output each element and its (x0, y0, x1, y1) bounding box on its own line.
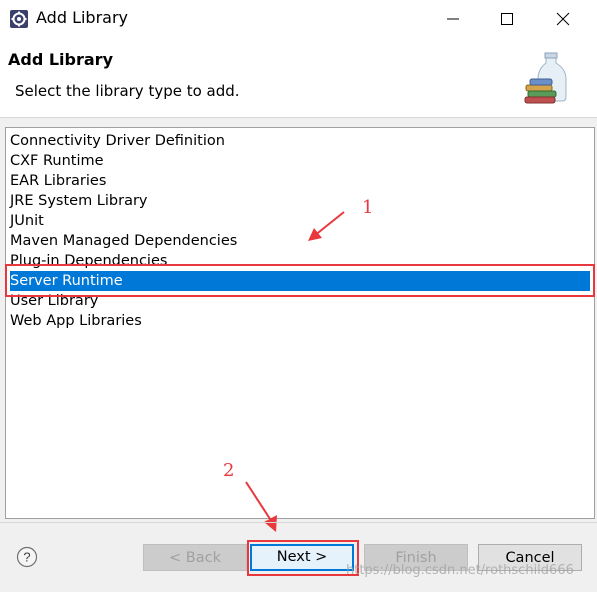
close-button[interactable] (540, 0, 586, 37)
svg-text:?: ? (23, 550, 30, 565)
annotation-step-1: 1 (362, 197, 374, 218)
annotation-highlight-next (247, 540, 359, 576)
list-item-maven-dependencies[interactable]: Maven Managed Dependencies (10, 231, 237, 251)
list-item-web-app-libraries[interactable]: Web App Libraries (10, 311, 142, 331)
maximize-button[interactable] (484, 0, 530, 37)
minimize-button[interactable] (430, 0, 476, 37)
list-item-ear-libraries[interactable]: EAR Libraries (10, 171, 106, 191)
minimize-icon (447, 18, 459, 20)
wizard-title: Add Library (8, 50, 113, 69)
list-item-jre-system-library[interactable]: JRE System Library (10, 191, 148, 211)
list-item-connectivity-driver[interactable]: Connectivity Driver Definition (10, 131, 225, 151)
library-books-icon (524, 52, 567, 104)
annotation-step-2: 2 (223, 460, 235, 481)
library-type-list[interactable]: Connectivity Driver Definition CXF Runti… (5, 127, 595, 519)
back-button[interactable]: < Back (143, 544, 247, 571)
list-item-cxf-runtime[interactable]: CXF Runtime (10, 151, 104, 171)
wizard-header: Add Library Select the library type to a… (0, 37, 597, 118)
help-icon[interactable]: ? (16, 546, 38, 568)
window-title: Add Library (36, 8, 129, 27)
annotation-arrow-2-icon (245, 481, 277, 532)
wizard-description: Select the library type to add. (15, 82, 240, 100)
title-bar: Add Library (0, 0, 597, 37)
maximize-icon (501, 13, 513, 25)
watermark: https://blog.csdn.net/rothschild666 (346, 563, 574, 578)
annotation-highlight-server-runtime (5, 264, 595, 297)
close-icon (556, 12, 570, 26)
list-item-junit[interactable]: JUnit (10, 211, 44, 231)
footer-separator (0, 522, 597, 523)
eclipse-gear-icon (10, 10, 28, 28)
annotation-arrow-1-icon (308, 211, 345, 241)
